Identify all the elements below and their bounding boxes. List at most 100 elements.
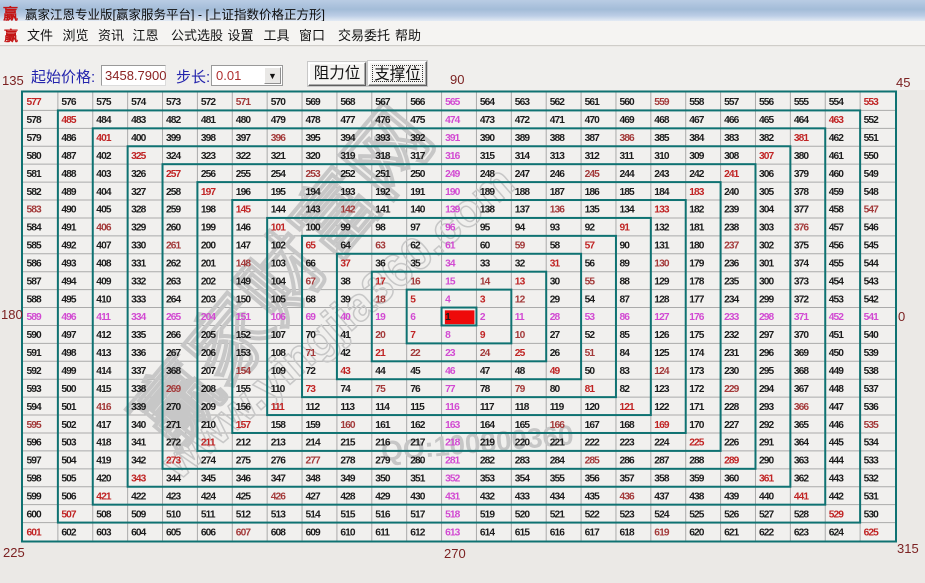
svg-text:276: 276 — [271, 456, 287, 467]
svg-text:162: 162 — [410, 420, 426, 431]
svg-text:136: 136 — [550, 205, 566, 216]
svg-text:187: 187 — [550, 187, 566, 198]
svg-text:398: 398 — [201, 133, 217, 144]
svg-text:258: 258 — [166, 187, 182, 198]
svg-text:620: 620 — [689, 527, 705, 538]
svg-text:100: 100 — [306, 223, 322, 234]
svg-text:20: 20 — [375, 330, 386, 341]
svg-text:139: 139 — [445, 205, 461, 216]
svg-text:378: 378 — [794, 187, 810, 198]
svg-text:140: 140 — [410, 205, 426, 216]
svg-text:34: 34 — [445, 259, 456, 270]
svg-text:293: 293 — [759, 402, 775, 413]
svg-text:257: 257 — [166, 169, 182, 180]
svg-text:487: 487 — [61, 151, 77, 162]
svg-text:141: 141 — [375, 205, 391, 216]
svg-text:502: 502 — [61, 420, 77, 431]
svg-text:612: 612 — [410, 527, 426, 538]
svg-text:604: 604 — [131, 527, 147, 538]
svg-text:331: 331 — [131, 259, 147, 270]
svg-text:478: 478 — [306, 115, 322, 126]
svg-text:246: 246 — [550, 169, 566, 180]
svg-text:131: 131 — [654, 241, 670, 252]
svg-text:305: 305 — [759, 187, 775, 198]
svg-text:117: 117 — [480, 402, 495, 413]
svg-text:15: 15 — [445, 276, 456, 287]
svg-text:109: 109 — [271, 366, 287, 377]
svg-text:386: 386 — [620, 133, 636, 144]
svg-text:493: 493 — [61, 259, 77, 270]
svg-text:562: 562 — [550, 97, 566, 108]
svg-text:387: 387 — [585, 133, 601, 144]
svg-text:355: 355 — [550, 474, 566, 485]
svg-text:57: 57 — [585, 241, 596, 252]
svg-text:535: 535 — [864, 420, 880, 431]
svg-text:304: 304 — [759, 205, 775, 216]
svg-text:233: 233 — [724, 312, 740, 323]
svg-text:367: 367 — [794, 384, 810, 395]
svg-text:317: 317 — [410, 151, 426, 162]
svg-text:439: 439 — [724, 491, 740, 502]
svg-text:552: 552 — [864, 115, 880, 126]
svg-text:186: 186 — [585, 187, 601, 198]
svg-text:205: 205 — [201, 330, 217, 341]
svg-text:600: 600 — [27, 509, 43, 520]
svg-text:420: 420 — [96, 474, 112, 485]
svg-text:450: 450 — [829, 348, 845, 359]
svg-text:329: 329 — [131, 223, 147, 234]
svg-text:163: 163 — [445, 420, 461, 431]
svg-text:307: 307 — [759, 151, 775, 162]
svg-text:148: 148 — [236, 259, 252, 270]
svg-text:168: 168 — [620, 420, 636, 431]
svg-text:290: 290 — [759, 456, 775, 467]
svg-text:379: 379 — [794, 169, 810, 180]
svg-text:358: 358 — [654, 474, 670, 485]
svg-text:295: 295 — [759, 366, 775, 377]
svg-text:72: 72 — [306, 366, 317, 377]
svg-text:405: 405 — [96, 205, 112, 216]
svg-text:180: 180 — [689, 241, 705, 252]
svg-text:532: 532 — [864, 474, 880, 485]
svg-text:242: 242 — [689, 169, 705, 180]
svg-text:294: 294 — [759, 384, 775, 395]
svg-text:39: 39 — [340, 294, 351, 305]
svg-text:356: 356 — [585, 474, 601, 485]
svg-text:337: 337 — [131, 366, 147, 377]
svg-text:321: 321 — [271, 151, 287, 162]
svg-text:348: 348 — [306, 474, 322, 485]
svg-text:505: 505 — [61, 474, 77, 485]
svg-text:477: 477 — [340, 115, 356, 126]
svg-text:66: 66 — [306, 259, 317, 270]
svg-text:143: 143 — [306, 205, 322, 216]
svg-text:309: 309 — [689, 151, 705, 162]
svg-text:255: 255 — [236, 169, 252, 180]
svg-text:241: 241 — [724, 169, 740, 180]
svg-text:19: 19 — [375, 312, 386, 323]
svg-text:170: 170 — [689, 420, 705, 431]
svg-text:471: 471 — [550, 115, 566, 126]
svg-text:438: 438 — [689, 491, 705, 502]
svg-text:602: 602 — [61, 527, 77, 538]
svg-text:33: 33 — [480, 259, 491, 270]
svg-text:444: 444 — [829, 456, 845, 467]
svg-text:462: 462 — [829, 133, 845, 144]
svg-text:217: 217 — [410, 438, 426, 449]
svg-text:284: 284 — [550, 456, 566, 467]
svg-text:281: 281 — [445, 456, 461, 467]
svg-text:390: 390 — [480, 133, 496, 144]
svg-text:232: 232 — [724, 330, 740, 341]
svg-text:278: 278 — [340, 456, 356, 467]
svg-text:134: 134 — [620, 205, 636, 216]
svg-text:151: 151 — [236, 312, 252, 323]
svg-text:215: 215 — [340, 438, 356, 449]
svg-text:514: 514 — [306, 509, 322, 520]
svg-text:609: 609 — [306, 527, 322, 538]
svg-text:411: 411 — [96, 312, 111, 323]
svg-text:69: 69 — [306, 312, 317, 323]
svg-text:235: 235 — [724, 276, 740, 287]
svg-text:570: 570 — [271, 97, 287, 108]
svg-text:36: 36 — [375, 259, 386, 270]
svg-text:225: 225 — [689, 438, 705, 449]
svg-text:182: 182 — [689, 205, 705, 216]
svg-text:154: 154 — [236, 366, 252, 377]
